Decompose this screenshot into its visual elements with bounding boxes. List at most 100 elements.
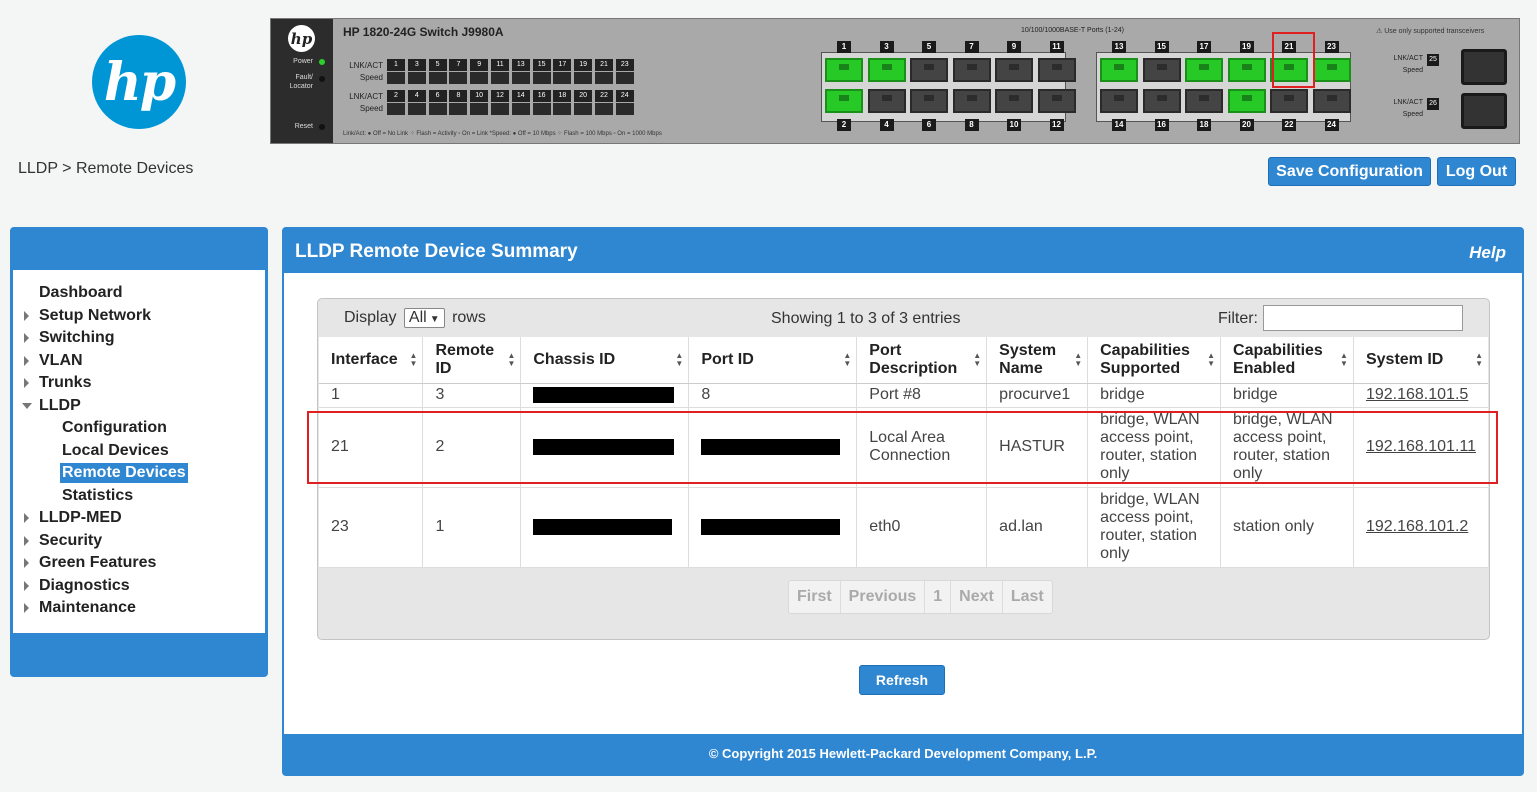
sidebar-item-dashboard[interactable]: Dashboard <box>39 283 123 303</box>
mini-port-led[interactable]: 22 <box>595 90 613 102</box>
mini-port-led[interactable]: 19 <box>574 59 593 71</box>
ethernet-port-9[interactable] <box>995 58 1033 82</box>
sfp-lnk-label: LNK/ACT <box>1393 99 1423 106</box>
ethernet-port-6[interactable] <box>910 89 948 113</box>
column-header-interface[interactable]: Interface ▲ ▼ <box>319 337 424 384</box>
ethernet-port-16[interactable] <box>1142 89 1181 113</box>
ethernet-port-12[interactable] <box>1037 89 1076 113</box>
column-header-port-id[interactable]: Port ID ▲ ▼ <box>688 337 858 384</box>
help-link[interactable]: Help <box>1469 243 1506 263</box>
system-id-link[interactable]: 192.168.101.2 <box>1366 518 1468 535</box>
column-header-remote-id[interactable]: Remote ID ▲ ▼ <box>422 337 522 384</box>
ethernet-port-10[interactable] <box>995 89 1033 113</box>
sidebar-item-configuration[interactable]: Configuration <box>62 418 167 438</box>
pager-previous-button[interactable]: Previous <box>841 581 926 613</box>
column-header-system-name[interactable]: System Name ▲ ▼ <box>986 337 1089 384</box>
mini-port-led[interactable]: 2 <box>387 90 405 102</box>
sidebar-item-diagnostics[interactable]: Diagnostics <box>24 576 130 596</box>
table-row[interactable]: 1 3 8 Port #8 procurve1 bridge bridge 19… <box>319 383 1488 408</box>
sfp-port-number: 26 <box>1427 98 1439 110</box>
mini-port-led[interactable]: 20 <box>574 90 593 102</box>
pager-last-button[interactable]: Last <box>1003 581 1052 613</box>
mini-port-led[interactable]: 24 <box>615 90 634 102</box>
ethernet-port-18[interactable] <box>1185 89 1223 113</box>
sidebar-item-local-devices[interactable]: Local Devices <box>62 441 169 461</box>
refresh-button[interactable]: Refresh <box>859 665 945 695</box>
pager-next-button[interactable]: Next <box>951 581 1003 613</box>
column-header-capabilities-supported[interactable]: Capabilities Supported ▲ ▼ <box>1087 337 1222 384</box>
sidebar-item-maintenance[interactable]: Maintenance <box>24 598 136 618</box>
mini-port-led[interactable]: 21 <box>595 59 613 71</box>
mini-port-led[interactable]: 17 <box>553 59 572 71</box>
sidebar-item-statistics[interactable]: Statistics <box>62 486 133 506</box>
mini-port-led[interactable]: 10 <box>470 90 489 102</box>
sidebar-item-vlan[interactable]: VLAN <box>24 351 83 371</box>
ethernet-port-5[interactable] <box>910 58 948 82</box>
sidebar-item-switching[interactable]: Switching <box>24 328 115 348</box>
ethernet-port-19[interactable] <box>1227 58 1266 82</box>
ethernet-port-15[interactable] <box>1142 58 1181 82</box>
ports-caption: 10/100/1000BASE-T Ports (1-24) <box>1021 27 1124 34</box>
mini-port-led[interactable]: 11 <box>491 59 509 71</box>
ethernet-port-23[interactable] <box>1312 58 1351 82</box>
sidebar-item-lldp-med[interactable]: LLDP-MED <box>24 508 122 528</box>
sidebar-item-remote-devices[interactable]: Remote Devices <box>60 463 188 483</box>
port-number-label: 15 <box>1154 41 1169 53</box>
reset-button[interactable] <box>319 124 325 130</box>
table-row[interactable]: 23 1 eth0 ad.lan bridge, WLAN access poi… <box>319 487 1488 568</box>
ethernet-port-24[interactable] <box>1312 89 1351 113</box>
pager-first-button[interactable]: First <box>789 581 841 613</box>
system-id-link[interactable]: 192.168.101.5 <box>1366 386 1468 403</box>
sidebar-item-lldp[interactable]: LLDP <box>22 396 81 416</box>
column-header-label: System Name <box>999 341 1057 377</box>
port-number-label: 12 <box>1049 119 1064 131</box>
port-number-label: 7 <box>964 41 979 53</box>
mini-port-led[interactable]: 23 <box>615 59 634 71</box>
rows-select[interactable]: All ▼ <box>403 308 445 328</box>
pager-page-button[interactable]: 1 <box>925 581 952 613</box>
ethernet-port-17[interactable] <box>1185 58 1223 82</box>
column-header-chassis-id[interactable]: Chassis ID ▲ ▼ <box>520 337 690 384</box>
mini-port-led[interactable]: 5 <box>428 59 447 71</box>
speed-label: Speed <box>359 73 383 82</box>
mini-port-led[interactable]: 14 <box>511 90 530 102</box>
mini-port-led[interactable]: 9 <box>470 59 489 71</box>
mini-speed-led <box>491 72 509 84</box>
mini-port-led[interactable]: 8 <box>449 90 468 102</box>
reset-label: Reset <box>294 123 313 130</box>
column-header-system-id[interactable]: System ID ▲ ▼ <box>1353 337 1488 384</box>
ethernet-port-1[interactable] <box>825 58 863 82</box>
sfp-port-26[interactable] <box>1461 93 1507 129</box>
ethernet-port-7[interactable] <box>952 58 991 82</box>
sidebar-item-security[interactable]: Security <box>24 531 102 551</box>
mini-port-led[interactable]: 6 <box>428 90 447 102</box>
ethernet-port-3[interactable] <box>867 58 906 82</box>
ethernet-port-13[interactable] <box>1100 58 1138 82</box>
save-configuration-button[interactable]: Save Configuration <box>1268 157 1431 186</box>
column-header-port-description[interactable]: Port Description ▲ ▼ <box>856 337 988 384</box>
log-out-button[interactable]: Log Out <box>1437 157 1516 186</box>
mini-port-led[interactable]: 15 <box>532 59 551 71</box>
sidebar-item-setup-network[interactable]: Setup Network <box>24 306 151 326</box>
ethernet-port-8[interactable] <box>952 89 991 113</box>
mini-port-led[interactable]: 1 <box>387 59 405 71</box>
mini-port-led[interactable]: 12 <box>491 90 509 102</box>
ethernet-port-22[interactable] <box>1270 89 1308 113</box>
ethernet-port-14[interactable] <box>1100 89 1138 113</box>
column-header-capabilities-enabled[interactable]: Capabilities Enabled ▲ ▼ <box>1220 337 1354 384</box>
ethernet-port-11[interactable] <box>1037 58 1076 82</box>
ethernet-port-20[interactable] <box>1227 89 1266 113</box>
ethernet-port-2[interactable] <box>825 89 863 113</box>
mini-port-led[interactable]: 4 <box>407 90 426 102</box>
mini-port-led[interactable]: 18 <box>553 90 572 102</box>
filter-input[interactable] <box>1263 305 1463 331</box>
ethernet-port-4[interactable] <box>867 89 906 113</box>
mini-port-led[interactable]: 7 <box>449 59 468 71</box>
lnk-act-label: LNK/ACT <box>349 92 383 101</box>
mini-port-led[interactable]: 13 <box>511 59 530 71</box>
sidebar-item-green-features[interactable]: Green Features <box>24 553 156 573</box>
mini-port-led[interactable]: 16 <box>532 90 551 102</box>
mini-port-led[interactable]: 3 <box>407 59 426 71</box>
sidebar-item-trunks[interactable]: Trunks <box>24 373 91 393</box>
sfp-port-25[interactable] <box>1461 49 1507 85</box>
